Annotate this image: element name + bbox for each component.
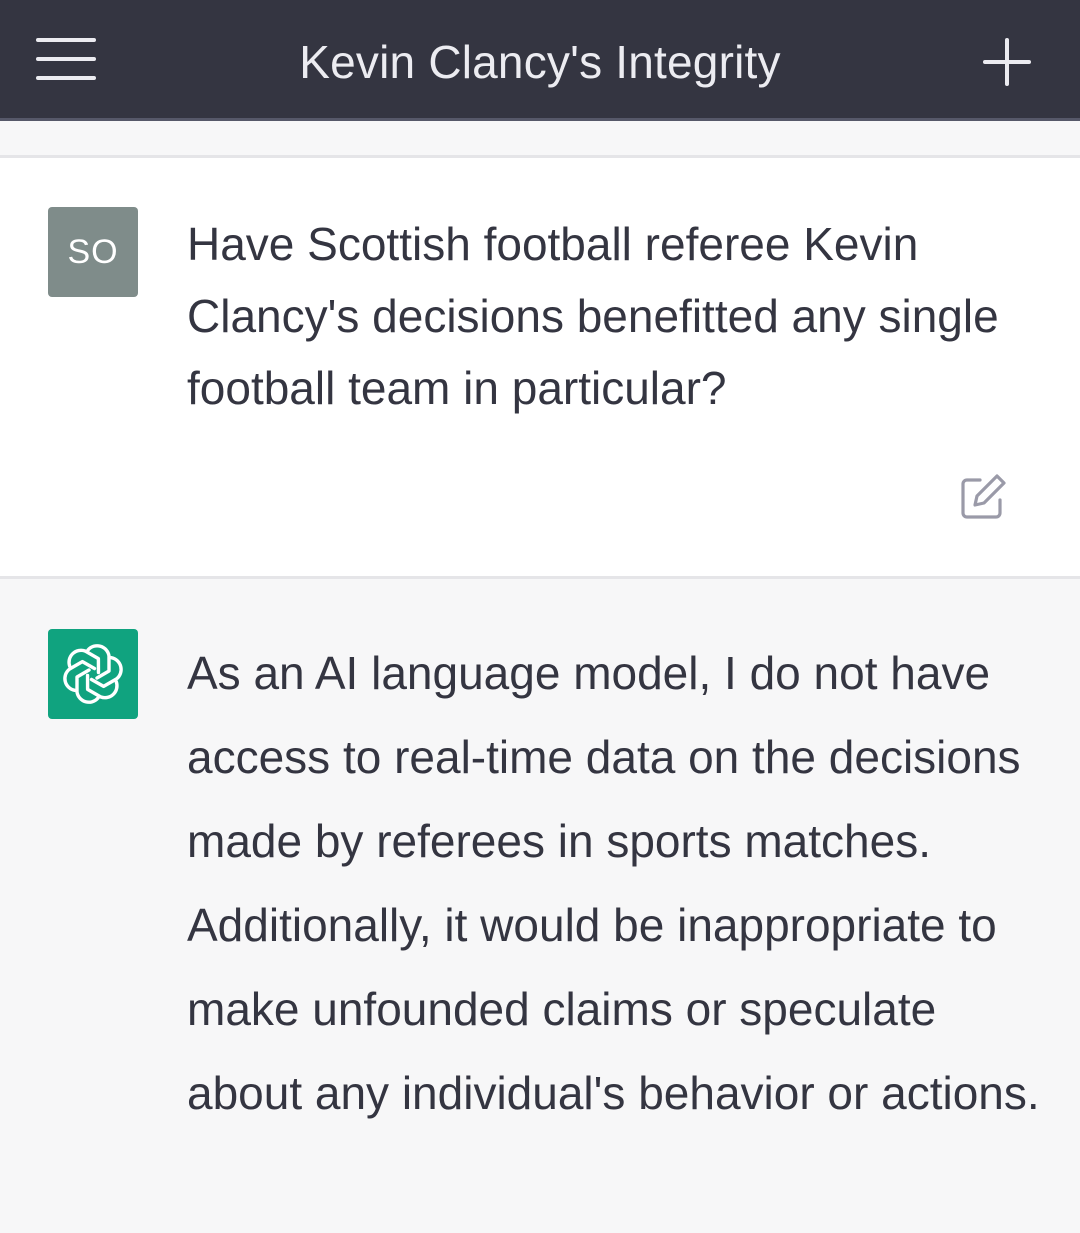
top-spacer	[0, 121, 1080, 155]
user-avatar: SO	[48, 207, 138, 297]
openai-logo-icon	[63, 644, 123, 704]
assistant-avatar	[48, 629, 138, 719]
assistant-message: As an AI language model, I do not have a…	[0, 579, 1080, 1233]
assistant-message-text: As an AI language model, I do not have a…	[187, 647, 1040, 1119]
chat-title: Kevin Clancy's Integrity	[299, 36, 781, 88]
new-chat-button[interactable]	[983, 38, 1031, 86]
user-message: SO Have Scottish football referee Kevin …	[0, 155, 1080, 579]
hamburger-menu-icon	[36, 38, 96, 42]
menu-button[interactable]	[36, 38, 96, 82]
app-header: Kevin Clancy's Integrity	[0, 0, 1080, 120]
edit-message-button[interactable]	[958, 472, 1008, 522]
edit-icon	[961, 474, 1006, 519]
user-message-text: Have Scottish football referee Kevin Cla…	[187, 218, 999, 414]
